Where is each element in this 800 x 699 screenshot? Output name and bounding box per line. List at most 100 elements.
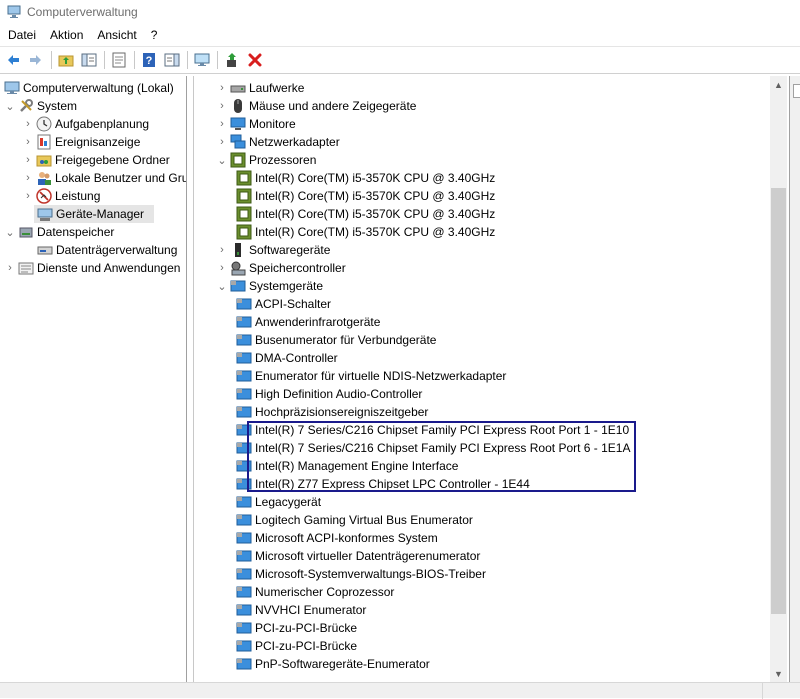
device-item[interactable]: Intel(R) 7 Series/C216 Chipset Family PC…	[234, 439, 630, 457]
device-item[interactable]: Numerischer Coprozessor	[234, 583, 394, 601]
device-item[interactable]: Intel(R) Core(TM) i5-3570K CPU @ 3.40GHz	[234, 187, 495, 205]
toolbar-separator	[134, 51, 135, 69]
monitor-icon	[230, 116, 246, 132]
device-item[interactable]: High Definition Audio-Controller	[234, 385, 422, 403]
properties-icon[interactable]	[108, 49, 130, 71]
chevron-down-icon[interactable]: ⌄	[216, 154, 228, 167]
tree-label: Freigegebene Ordner	[55, 153, 170, 167]
scroll-down-icon[interactable]: ▼	[770, 665, 787, 682]
chevron-right-icon[interactable]: ›	[216, 118, 228, 130]
device-label: Legacygerät	[255, 495, 322, 509]
action-pane-tab[interactable]	[793, 84, 800, 98]
device-item[interactable]: PCI-zu-PCI-Brücke	[234, 637, 357, 655]
device-item[interactable]: PnP-Softwaregeräte-Enumerator	[234, 655, 430, 673]
category-label: Softwaregeräte	[249, 243, 331, 257]
device-item[interactable]: Enumerator für virtuelle NDIS-Netzwerkad…	[234, 367, 506, 385]
monitor-icon[interactable]	[191, 49, 213, 71]
chevron-right-icon[interactable]: ›	[216, 136, 228, 148]
mouse-icon	[230, 98, 246, 114]
tree-label: Ereignisanzeige	[55, 135, 141, 149]
device-item[interactable]: Microsoft virtueller Datenträgerenumerat…	[234, 547, 480, 565]
tree-item-local-users[interactable]: › Lokale Benutzer und Gruppen	[22, 169, 186, 187]
status-bar	[0, 682, 800, 699]
menu-help[interactable]: ?	[144, 28, 165, 42]
device-category-drives[interactable]: › Laufwerke	[216, 79, 304, 97]
chevron-right-icon[interactable]: ›	[22, 154, 34, 166]
system-device-icon	[236, 638, 252, 654]
device-category-system[interactable]: ⌄ Systemgeräte	[216, 277, 323, 295]
device-item[interactable]: Intel(R) Z77 Express Chipset LPC Control…	[234, 475, 530, 493]
device-item[interactable]: Intel(R) Core(TM) i5-3570K CPU @ 3.40GHz	[234, 169, 495, 187]
device-item[interactable]: Microsoft-Systemverwaltungs-BIOS-Treiber	[234, 565, 486, 583]
device-item[interactable]: Anwenderinfrarotgeräte	[234, 313, 380, 331]
device-label: Intel(R) Core(TM) i5-3570K CPU @ 3.40GHz	[255, 207, 496, 221]
device-category-processors[interactable]: ⌄ Prozessoren	[216, 151, 316, 169]
computer-icon	[4, 80, 20, 96]
help-icon[interactable]: ?	[138, 49, 160, 71]
menu-aktion[interactable]: Aktion	[43, 28, 90, 42]
device-item[interactable]: Microsoft ACPI-konformes System	[234, 529, 438, 547]
processor-icon	[236, 224, 252, 240]
system-device-icon	[236, 494, 252, 510]
navigation-tree: Computerverwaltung (Lokal) ⌄ System › Au…	[0, 76, 187, 682]
category-label: Systemgeräte	[249, 279, 324, 293]
tree-item-performance[interactable]: › Leistung	[22, 187, 100, 205]
tree-item-task-scheduler[interactable]: › Aufgabenplanung	[22, 115, 149, 133]
device-item[interactable]: Legacygerät	[234, 493, 321, 511]
tree-item-device-manager[interactable]: Geräte-Manager	[34, 205, 154, 223]
chevron-right-icon[interactable]: ›	[22, 136, 34, 148]
tree-item-disk-management[interactable]: Datenträgerverwaltung	[34, 241, 177, 259]
device-item[interactable]: NVVHCI Enumerator	[234, 601, 366, 619]
show-action-pane-icon[interactable]	[161, 49, 183, 71]
up-folder-icon[interactable]	[55, 49, 77, 71]
device-item[interactable]: Logitech Gaming Virtual Bus Enumerator	[234, 511, 473, 529]
vertical-scrollbar[interactable]: ▲ ▼	[770, 76, 787, 682]
device-item[interactable]: Hochpräzisionsereigniszeitgeber	[234, 403, 428, 421]
device-category-monitors[interactable]: › Monitore	[216, 115, 296, 133]
uninstall-icon[interactable]	[244, 49, 266, 71]
system-device-icon	[236, 458, 252, 474]
chevron-right-icon[interactable]: ›	[216, 100, 228, 112]
device-category-mice[interactable]: › Mäuse und andere Zeigegeräte	[216, 97, 416, 115]
menu-datei[interactable]: Datei	[0, 28, 43, 42]
device-item[interactable]: Intel(R) Core(TM) i5-3570K CPU @ 3.40GHz	[234, 205, 495, 223]
scroll-up-icon[interactable]: ▲	[770, 76, 787, 93]
chevron-right-icon[interactable]: ›	[22, 172, 34, 184]
chevron-right-icon[interactable]: ›	[216, 82, 228, 94]
chevron-down-icon[interactable]: ⌄	[4, 100, 16, 113]
chevron-right-icon[interactable]: ›	[22, 118, 34, 130]
scroll-thumb[interactable]	[771, 188, 786, 614]
back-icon[interactable]	[2, 49, 24, 71]
chevron-down-icon[interactable]: ⌄	[216, 280, 228, 293]
update-driver-icon[interactable]	[221, 49, 243, 71]
tree-label: System	[37, 99, 78, 113]
device-category-storage-controllers[interactable]: › Speichercontroller	[216, 259, 346, 277]
device-item[interactable]: Intel(R) Management Engine Interface	[234, 457, 458, 475]
device-category-software[interactable]: › Softwaregeräte	[216, 241, 330, 259]
category-label: Prozessoren	[249, 153, 317, 167]
tree-item-shared-folders[interactable]: › Freigegebene Ordner	[22, 151, 170, 169]
device-label: Intel(R) Z77 Express Chipset LPC Control…	[255, 477, 530, 491]
device-item[interactable]: DMA-Controller	[234, 349, 338, 367]
device-item[interactable]: Busenumerator für Verbundgeräte	[234, 331, 436, 349]
device-category-network[interactable]: › Netzwerkadapter	[216, 133, 340, 151]
tree-item-system[interactable]: ⌄ System	[4, 97, 77, 115]
chevron-right-icon[interactable]: ›	[216, 244, 228, 256]
tree-item-storage[interactable]: ⌄ Datenspeicher	[4, 223, 114, 241]
tree-item-root[interactable]: Computerverwaltung (Lokal)	[4, 79, 174, 97]
chevron-right-icon[interactable]: ›	[4, 262, 16, 274]
menu-ansicht[interactable]: Ansicht	[90, 28, 143, 42]
forward-icon[interactable]	[25, 49, 47, 71]
system-device-icon	[236, 530, 252, 546]
network-icon	[230, 134, 246, 150]
tree-item-event-viewer[interactable]: › Ereignisanzeige	[22, 133, 140, 151]
chevron-right-icon[interactable]: ›	[22, 190, 34, 202]
device-item[interactable]: PCI-zu-PCI-Brücke	[234, 619, 357, 637]
chevron-down-icon[interactable]: ⌄	[4, 226, 16, 239]
device-item[interactable]: Intel(R) 7 Series/C216 Chipset Family PC…	[234, 421, 629, 439]
device-item[interactable]: Intel(R) Core(TM) i5-3570K CPU @ 3.40GHz	[234, 223, 495, 241]
chevron-right-icon[interactable]: ›	[216, 262, 228, 274]
device-item[interactable]: ACPI-Schalter	[234, 295, 331, 313]
show-hide-tree-icon[interactable]	[78, 49, 100, 71]
tree-item-services[interactable]: › Dienste und Anwendungen	[4, 259, 180, 277]
